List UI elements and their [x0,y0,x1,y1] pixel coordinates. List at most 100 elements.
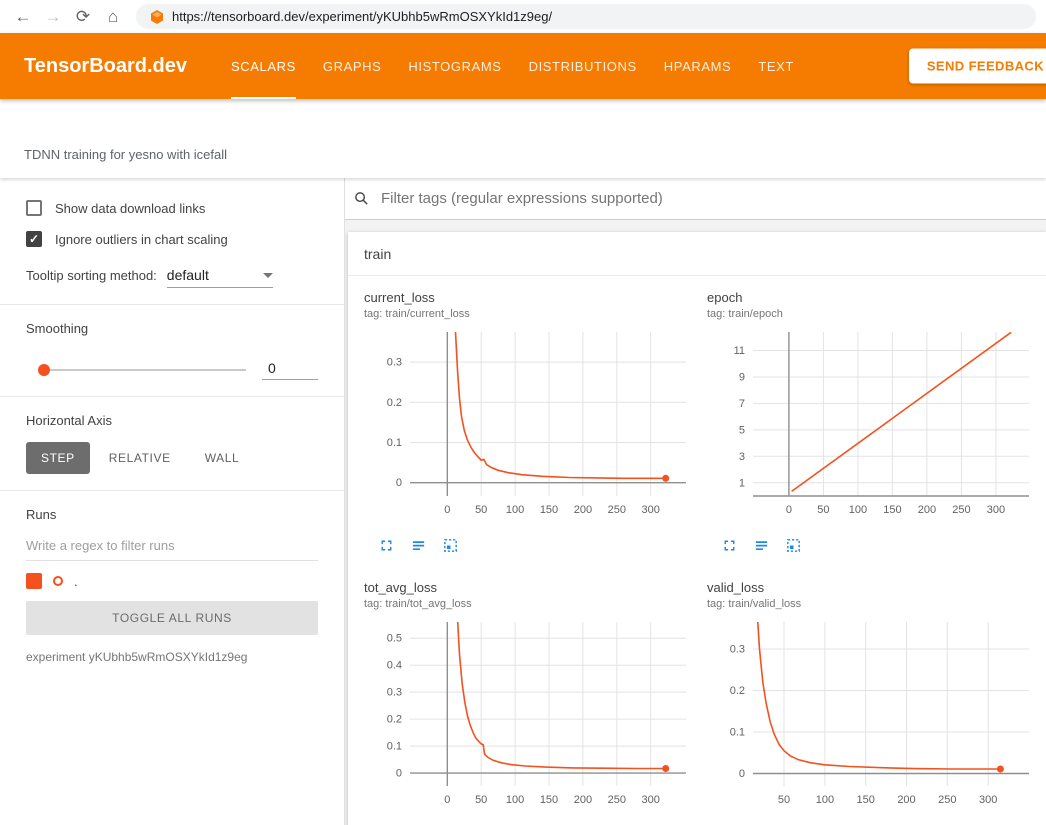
tooltip-sorting-select[interactable]: default [167,267,273,288]
experiment-title: TDNN training for yesno with icefall [24,147,227,162]
fullscreen-icon[interactable] [378,537,395,554]
tab-text[interactable]: TEXT [758,33,794,99]
svg-text:0.3: 0.3 [387,357,402,369]
svg-text:9: 9 [739,372,745,384]
line-chart[interactable]: 00.10.20.350100150200250300 [707,616,1040,817]
home-icon[interactable]: ⌂ [100,4,126,30]
svg-text:200: 200 [574,504,592,516]
svg-text:300: 300 [642,504,660,516]
ignore-outliers-label: Ignore outliers in chart scaling [55,232,228,247]
line-chart[interactable]: 00.10.20.30.40.5050100150200250300 [364,616,697,817]
train-group-card: train current_loss tag: train/current_lo… [348,232,1046,825]
chart-title: valid_loss [707,580,1040,595]
runs-filter-input[interactable] [26,530,318,561]
smoothing-value[interactable]: 0 [262,360,318,380]
svg-text:100: 100 [849,504,867,516]
step-button[interactable]: STEP [26,442,90,474]
svg-text:50: 50 [778,794,790,806]
svg-text:0.2: 0.2 [387,397,402,409]
tab-histograms[interactable]: HISTOGRAMS [408,33,501,99]
nav-tabs: SCALARS GRAPHS HISTOGRAMS DISTRIBUTIONS … [231,33,794,99]
svg-text:0: 0 [444,504,450,516]
svg-text:200: 200 [918,504,936,516]
fit-domain-icon[interactable] [442,537,459,554]
horizontal-axis-label: Horizontal Axis [26,413,318,428]
svg-text:300: 300 [987,504,1005,516]
relative-button[interactable]: RELATIVE [94,442,186,474]
axis-lines-icon[interactable] [410,537,427,554]
svg-text:300: 300 [979,794,997,806]
svg-text:50: 50 [475,794,487,806]
svg-text:0.2: 0.2 [387,714,402,726]
smoothing-slider[interactable] [38,369,246,371]
svg-text:0.3: 0.3 [387,687,402,699]
forward-icon[interactable]: → [40,4,66,30]
axis-lines-icon[interactable] [753,537,770,554]
ignore-outliers-row[interactable]: Ignore outliers in chart scaling [26,231,318,247]
svg-text:300: 300 [642,794,660,806]
checkbox-checked-icon[interactable] [26,231,42,247]
chart-tag: tag: train/current_loss [364,308,697,320]
tooltip-sorting-label: Tooltip sorting method: [26,268,157,283]
main-panel: train current_loss tag: train/current_lo… [345,178,1046,825]
chart-epoch: epoch tag: train/epoch 13579110501001502… [707,290,1040,554]
svg-text:5: 5 [739,424,745,436]
tensorboard-logo[interactable]: TensorBoard.dev [24,55,187,78]
tab-scalars[interactable]: SCALARS [231,33,296,99]
wall-button[interactable]: WALL [190,442,255,474]
search-icon [353,190,370,207]
address-bar[interactable]: https://tensorboard.dev/experiment/yKUbh… [136,4,1036,29]
tab-hparams[interactable]: HPARAMS [664,33,732,99]
send-feedback-button[interactable]: SEND FEEDBACK [909,49,1046,84]
line-chart[interactable]: 00.10.20.3050100150200250300 [364,326,697,527]
fit-domain-icon[interactable] [785,537,802,554]
run-name: . [74,574,78,589]
dropdown-caret-icon [263,273,273,278]
tab-graphs[interactable]: GRAPHS [323,33,382,99]
svg-text:0: 0 [444,794,450,806]
svg-text:100: 100 [506,504,524,516]
svg-text:11: 11 [734,345,745,357]
svg-text:100: 100 [816,794,834,806]
toggle-all-runs-button[interactable]: TOGGLE ALL RUNS [26,601,318,635]
sidebar-divider [0,490,344,491]
back-icon[interactable]: ← [10,4,36,30]
line-chart[interactable]: 1357911050100150200250300 [707,326,1040,527]
chart-toolbar [721,537,1040,554]
run-color-swatch [53,576,63,586]
group-label-train[interactable]: train [348,232,1046,276]
svg-text:200: 200 [574,794,592,806]
svg-text:50: 50 [817,504,829,516]
fullscreen-icon[interactable] [721,537,738,554]
run-row[interactable]: . [26,573,318,589]
sidebar-divider [0,396,344,397]
chart-title: current_loss [364,290,697,305]
svg-text:200: 200 [897,794,915,806]
slider-thumb[interactable] [38,364,50,376]
chart-tag: tag: train/epoch [707,308,1040,320]
svg-text:3: 3 [739,451,745,463]
svg-text:0: 0 [739,768,745,780]
run-checkbox-icon[interactable] [26,573,42,589]
chart-title: tot_avg_loss [364,580,697,595]
show-download-links-row[interactable]: Show data download links [26,200,318,216]
chart-current-loss: current_loss tag: train/current_loss 0 0.… [364,290,697,554]
svg-text:0.1: 0.1 [387,437,402,449]
checkbox-unchecked-icon[interactable] [26,200,42,216]
tooltip-sorting-value: default [167,267,209,283]
reload-icon[interactable]: ⟳ [70,4,96,30]
browser-toolbar: ← → ⟳ ⌂ https://tensorboard.dev/experime… [0,0,1046,33]
chart-tag: tag: train/valid_loss [707,598,1040,610]
charts-grid: current_loss tag: train/current_loss 0 0.… [348,276,1046,825]
svg-text:0: 0 [786,504,792,516]
svg-text:150: 150 [540,504,558,516]
url-text[interactable]: https://tensorboard.dev/experiment/yKUbh… [172,9,552,24]
smoothing-label: Smoothing [26,321,318,336]
svg-text:150: 150 [540,794,558,806]
svg-text:250: 250 [608,794,626,806]
tensorboard-favicon [150,10,164,24]
svg-text:250: 250 [938,794,956,806]
tag-filter-input[interactable] [379,189,1036,208]
tab-distributions[interactable]: DISTRIBUTIONS [529,33,637,99]
svg-text:0.4: 0.4 [387,660,402,672]
